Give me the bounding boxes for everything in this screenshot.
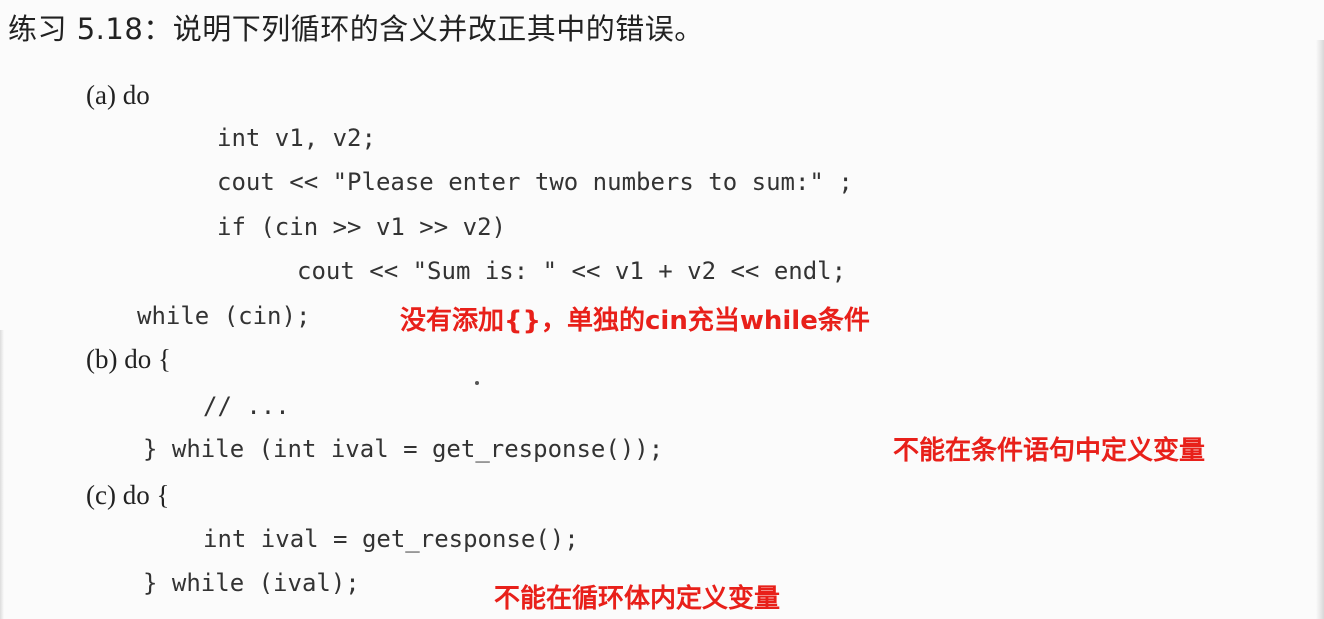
section-a-label: (a) do	[86, 80, 150, 110]
code-line: int v1, v2;	[217, 124, 376, 152]
code-line: } while (ival);	[143, 569, 360, 597]
page-edge-shadow	[1316, 40, 1324, 619]
page-edge-shadow	[0, 330, 4, 619]
annotation-b: 不能在条件语句中定义变量	[893, 436, 1206, 466]
code-line: while (cin);	[137, 302, 311, 330]
code-line: if (cin >> v1 >> v2)	[217, 213, 506, 241]
code-line: cout << "Sum is: " << v1 + v2 << endl;	[297, 257, 847, 285]
code-line: cout << "Please enter two numbers to sum…	[217, 168, 853, 196]
code-line: int ival = get_response();	[203, 525, 579, 553]
code-line: } while (int ival = get_response());	[143, 435, 664, 463]
section-b-label: (b) do {	[86, 344, 171, 374]
section-c-label: (c) do {	[86, 480, 170, 510]
stray-dot	[475, 381, 479, 385]
annotation-a: 没有添加{}，单独的cin充当while条件	[400, 306, 870, 336]
annotation-c: 不能在循环体内定义变量	[494, 584, 781, 614]
code-line: // ...	[203, 392, 290, 420]
exercise-title: 练习 5.18：说明下列循环的含义并改正其中的错误。	[8, 12, 704, 46]
